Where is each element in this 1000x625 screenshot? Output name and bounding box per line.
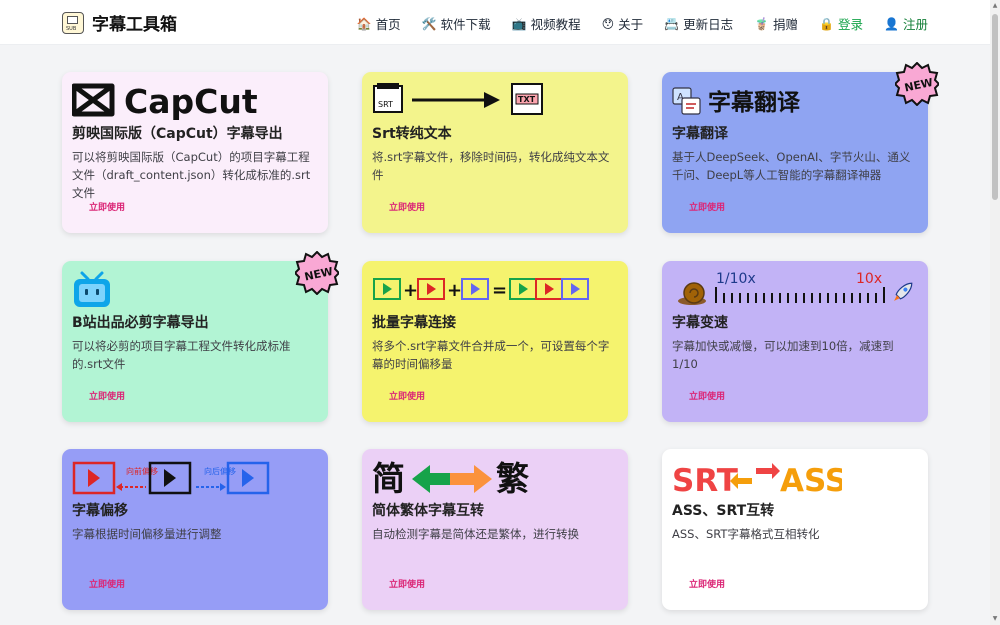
- card-description: 将多个.srt字幕文件合并成一个，可设置每个字幕的时间偏移量: [372, 339, 610, 371]
- scroll-up-arrow-icon[interactable]: ▲: [991, 2, 999, 10]
- tools-icon: 🛠️: [421, 16, 437, 31]
- nav-login[interactable]: 🔒 登录: [819, 14, 863, 33]
- nav-software-download[interactable]: 🛠️ 软件下载: [422, 14, 491, 33]
- tool-card-simplified-traditional[interactable]: 简 繁 简体繁体字幕互转 自动检测字幕是简体还是繁体，进行转换 立即使用: [362, 449, 628, 610]
- card-description: 可以将剪映国际版（CapCut）的项目字幕工程文件（draft_content.…: [72, 150, 311, 200]
- card-title: B站出品必剪字幕导出: [72, 315, 209, 331]
- main-nav: 🏠 首页 🛠️ 软件下载 📺 视频教程 😯 关于 📇 更新日志 🧋 捐赠 🔒 登录 👤 注册: [357, 14, 928, 33]
- use-now-button[interactable]: 立即使用: [389, 200, 425, 213]
- svg-text:向后偏移: 向后偏移: [204, 466, 236, 476]
- use-now-button[interactable]: 立即使用: [389, 389, 425, 402]
- card-description: 字幕加快或减慢，可以加速到10倍，减速到1/10: [672, 339, 894, 371]
- use-now-button[interactable]: 立即使用: [689, 577, 725, 590]
- top-header: SUB 字幕工具箱 🏠 首页 🛠️ 软件下载 📺 视频教程 😯 关于 📇 更新日志 🧋 捐赠…: [0, 0, 990, 45]
- card-title: Srt转纯文本: [372, 126, 452, 142]
- svg-text:10x: 10x: [856, 271, 882, 287]
- card-description: 字幕根据时间偏移量进行调整: [72, 527, 222, 541]
- svg-text:简: 简: [372, 459, 405, 497]
- nav-about[interactable]: 😯 关于: [602, 14, 644, 33]
- card-title: 剪映国际版（CapCut）字幕导出: [72, 126, 283, 142]
- card-title: 字幕翻译: [672, 126, 728, 142]
- new-badge-icon: NEW: [895, 62, 939, 106]
- tool-card-capcut-export[interactable]: CapCut 剪映国际版（CapCut）字幕导出 可以将剪映国际版（CapCut…: [62, 72, 328, 233]
- use-now-button[interactable]: 立即使用: [689, 389, 725, 402]
- tool-card-batch-join[interactable]: + + = 批量字幕连接 将多个.srt字幕文件合并成一个，可设置每个字幕的时间…: [362, 261, 628, 422]
- nav-register[interactable]: 👤 注册: [884, 14, 928, 33]
- film-offset-icon: 向前偏移 向后偏移: [72, 461, 270, 495]
- tool-card-srt-to-text[interactable]: SRT TXT Srt转纯文本 将.srt字幕文件，移除时间码，转化成纯文本文件…: [362, 72, 628, 233]
- card-description: 自动检测字幕是简体还是繁体，进行转换: [372, 527, 579, 541]
- tool-card-ass-srt-convert[interactable]: SRT ASS ASS、SRT互转 ASS、SRT字幕格式互相转化 立即使用: [662, 449, 928, 610]
- use-now-button[interactable]: 立即使用: [689, 200, 725, 213]
- tool-card-subtitle-speed[interactable]: 1/10x 10x 字幕变速 字幕加快或减慢，可以加速到10倍，减速到1/10 …: [662, 261, 928, 422]
- card-title: ASS、SRT互转: [672, 503, 775, 519]
- tool-card-bijian-export[interactable]: B站出品必剪字幕导出 可以将必剪的项目字幕工程文件转化成标准的.srt文件 立即…: [62, 251, 339, 422]
- capcut-logo-icon: CapCut: [72, 82, 258, 120]
- user-icon: 👤: [884, 16, 899, 31]
- card-title: 批量字幕连接: [372, 315, 456, 331]
- card-description: ASS、SRT字幕格式互相转化: [672, 527, 820, 541]
- tool-card-subtitle-translate[interactable]: A 字幕翻译 字幕翻译 基于人DeepSeek、OpenAI、字节火山、通义千问…: [662, 62, 939, 233]
- use-now-button[interactable]: 立即使用: [89, 577, 125, 590]
- nav-video-tutorial[interactable]: 📺 视频教程: [512, 14, 581, 33]
- svg-text:=: =: [492, 280, 507, 301]
- film-join-icon: + + =: [373, 278, 589, 301]
- card-title: 字幕偏移: [72, 503, 128, 519]
- bubble-tea-icon: 🧋: [754, 16, 770, 31]
- nav-donate[interactable]: 🧋 捐赠: [754, 14, 798, 33]
- speed-scale-icon: 1/10x 10x: [678, 271, 913, 305]
- scroll-down-arrow-icon[interactable]: ▼: [991, 615, 999, 623]
- new-badge-icon: NEW: [295, 251, 339, 295]
- svg-text:+: +: [447, 280, 462, 301]
- page-scrollbar[interactable]: ▲ ▼: [990, 0, 1000, 625]
- svg-text:字幕翻译: 字幕翻译: [708, 89, 801, 116]
- card-description: 可以将必剪的项目字幕工程文件转化成标准的.srt文件: [72, 339, 291, 371]
- convert-arrows-icon: 简 繁: [372, 459, 530, 497]
- nav-changelog[interactable]: 📇 更新日志: [664, 14, 733, 33]
- card-title: 字幕变速: [672, 315, 728, 331]
- svg-text:TXT: TXT: [518, 95, 536, 104]
- card-index-icon: 📇: [664, 16, 680, 31]
- tv-icon: 📺: [511, 16, 527, 31]
- card-description: 基于人DeepSeek、OpenAI、字节火山、通义千问、DeepL等人工智能的…: [672, 150, 911, 182]
- svg-text:SRT: SRT: [378, 100, 393, 109]
- capcut-wordmark: CapCut: [124, 82, 258, 120]
- svg-text:+: +: [403, 280, 418, 301]
- scroll-thumb[interactable]: [992, 14, 998, 200]
- brand-name: 字幕工具箱: [92, 15, 177, 35]
- lock-icon: 🔒: [819, 16, 835, 31]
- brand[interactable]: SUB 字幕工具箱: [62, 10, 177, 35]
- tool-card-subtitle-offset[interactable]: 向前偏移 向后偏移 字幕偏移 字幕根据时间偏移量进行调整 立即使用: [62, 449, 328, 610]
- bilibili-tv-icon: [74, 271, 110, 307]
- svg-text:向前偏移: 向前偏移: [126, 466, 158, 476]
- svg-text:繁: 繁: [496, 459, 530, 497]
- use-now-button[interactable]: 立即使用: [389, 577, 425, 590]
- translate-icon: A 字幕翻译: [672, 87, 801, 116]
- srt-ass-convert-icon: SRT ASS: [672, 463, 842, 497]
- surprised-face-icon: 😯: [601, 16, 615, 31]
- card-description: 将.srt字幕文件，移除时间码，转化成纯文本文件: [372, 150, 610, 182]
- svg-text:ASS: ASS: [780, 463, 842, 497]
- srt-to-txt-icon: SRT TXT: [373, 83, 543, 115]
- svg-text:1/10x: 1/10x: [716, 271, 756, 287]
- nav-home[interactable]: 🏠 首页: [357, 14, 401, 33]
- card-title: 简体繁体字幕互转: [372, 503, 484, 519]
- logo-icon: SUB: [62, 11, 84, 34]
- use-now-button[interactable]: 立即使用: [89, 200, 125, 213]
- use-now-button[interactable]: 立即使用: [89, 389, 125, 402]
- svg-text:SRT: SRT: [672, 463, 738, 497]
- home-icon: 🏠: [356, 16, 372, 31]
